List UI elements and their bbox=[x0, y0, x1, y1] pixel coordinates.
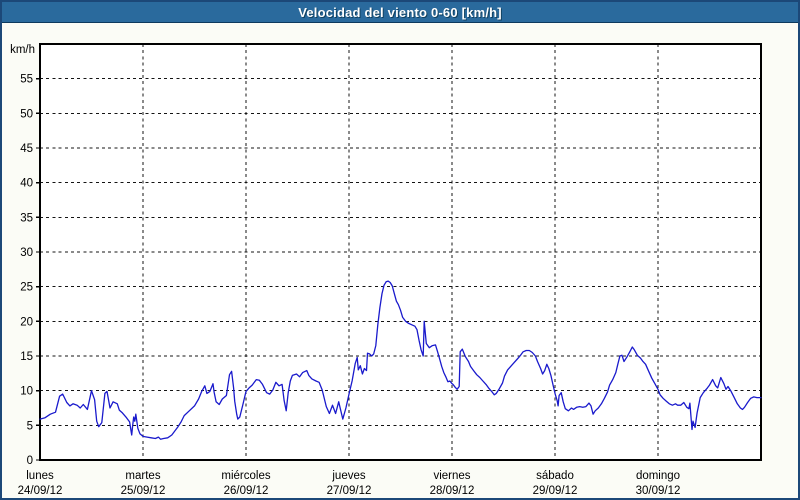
y-tick-label: 30 bbox=[20, 247, 33, 259]
x-axis-date-label: 25/09/12 bbox=[121, 485, 166, 497]
x-axis-day-label: lunes bbox=[26, 470, 54, 482]
y-tick-label: 40 bbox=[20, 178, 33, 190]
y-tick-label: 25 bbox=[20, 282, 33, 294]
y-tick-label: 50 bbox=[20, 108, 33, 120]
x-axis-day-label: martes bbox=[125, 470, 160, 482]
y-tick-label: 0 bbox=[27, 455, 33, 467]
y-tick-label: 15 bbox=[20, 351, 33, 363]
x-axis-day-label: jueves bbox=[331, 470, 365, 482]
chart-container: 0 5 10 15 20 25 30 35 40 45 50 55 km/h lunes 24/09/12 m… bbox=[2, 23, 798, 498]
x-axis-date-label: 30/09/12 bbox=[636, 485, 681, 497]
x-axis-date-label: 28/09/12 bbox=[430, 485, 475, 497]
y-tick-label: 35 bbox=[20, 212, 33, 224]
x-axis-date-label: 27/09/12 bbox=[327, 485, 372, 497]
x-axis-day-label: viernes bbox=[433, 470, 470, 482]
x-axis-date-label: 24/09/12 bbox=[18, 485, 63, 497]
x-axis-day-label: sábado bbox=[536, 470, 574, 482]
x-axis-date-label: 29/09/12 bbox=[533, 485, 578, 497]
x-axis-day-label: miércoles bbox=[221, 470, 270, 482]
app-window: Velocidad del viento 0-60 [km/h] 0 5 10 15 2… bbox=[0, 0, 800, 500]
y-tick-label: 55 bbox=[20, 74, 33, 86]
y-tick-label: 45 bbox=[20, 143, 33, 155]
y-axis-unit-label: km/h bbox=[10, 44, 35, 56]
window-titlebar: Velocidad del viento 0-60 [km/h] bbox=[2, 2, 798, 23]
window-title: Velocidad del viento 0-60 [km/h] bbox=[298, 5, 502, 20]
y-tick-label: 10 bbox=[20, 386, 33, 398]
wind-speed-chart: 0 5 10 15 20 25 30 35 40 45 50 55 km/h lunes 24/09/12 m… bbox=[2, 23, 798, 498]
x-axis-date-label: 26/09/12 bbox=[224, 485, 269, 497]
y-tick-label: 5 bbox=[27, 420, 33, 432]
x-axis-day-label: domingo bbox=[636, 470, 680, 482]
y-tick-label: 20 bbox=[20, 316, 33, 328]
